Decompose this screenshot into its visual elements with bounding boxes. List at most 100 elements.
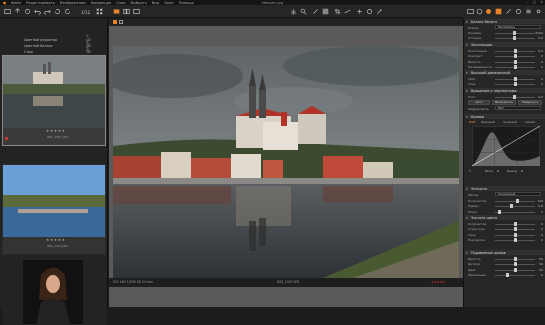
straighten-tool-icon[interactable] <box>344 8 351 15</box>
crop-tool-icon[interactable] <box>334 8 341 15</box>
section-white-balance[interactable]: Баланс белого <box>465 19 545 24</box>
adjust-tab-icon[interactable] <box>495 8 502 15</box>
info-tab-icon[interactable] <box>476 8 483 15</box>
noise-knob[interactable] <box>513 267 517 272</box>
viewer-mode-icon[interactable] <box>113 8 120 15</box>
sharpen-method-select[interactable]: Усиленный <box>495 192 541 197</box>
auto-button[interactable]: Авто <box>468 100 490 105</box>
noise-value[interactable]: 50 <box>539 262 543 266</box>
brush-tool-icon[interactable] <box>312 8 319 15</box>
rotation-angle-value[interactable]: 0,0 <box>538 95 543 99</box>
clarity-knob[interactable] <box>513 232 517 237</box>
exposure-value[interactable]: 0 <box>541 65 543 69</box>
straighten-button[interactable]: Выпрямить <box>492 100 516 105</box>
color-label-icon[interactable] <box>5 137 8 140</box>
sync-icon[interactable] <box>24 8 31 15</box>
export-icon[interactable] <box>14 8 21 15</box>
noise-knob[interactable] <box>513 262 517 267</box>
rotation-angle-knob[interactable] <box>513 94 516 99</box>
metadata-tab-icon[interactable] <box>525 8 532 15</box>
sharpen-value[interactable]: 140 <box>537 199 543 203</box>
clarity-knob[interactable] <box>513 221 517 226</box>
zoom-tool-icon[interactable] <box>300 8 307 15</box>
rating-stars[interactable]: ★★★★★ <box>431 280 445 284</box>
tab-rgb[interactable]: RGB <box>469 120 475 124</box>
curve-output-value[interactable]: 0 <box>521 169 523 173</box>
clarity-value[interactable]: 0 <box>541 238 543 242</box>
noise-knob[interactable] <box>513 256 517 261</box>
exposure-knob[interactable] <box>513 54 517 59</box>
thumbnail-item[interactable]: ★★★★★ IMG_1124.JPG <box>2 164 106 255</box>
sharpen-value[interactable]: 0,8 <box>538 204 543 208</box>
tab-green[interactable]: Зеленый <box>503 120 517 124</box>
wb-tint-value[interactable]: 0,0 <box>538 36 543 40</box>
exposure-value[interactable]: 0 <box>541 60 543 64</box>
library-tab-icon[interactable] <box>467 8 474 15</box>
rotate-right-icon[interactable] <box>64 8 71 15</box>
clarity-value[interactable]: 0 <box>541 222 543 226</box>
compare-icon[interactable] <box>123 8 130 15</box>
eyedropper-icon[interactable]: ✎ <box>469 169 472 173</box>
sharpen-slider[interactable] <box>495 206 535 207</box>
grid-view-icon[interactable] <box>96 8 103 15</box>
section-clarity[interactable]: Чистота цвета <box>465 215 545 220</box>
clarity-knob[interactable] <box>513 227 517 232</box>
tab-blue[interactable]: Синий <box>525 120 535 124</box>
collection-row[interactable]: Слои ✎ ⌫ ◷ <box>24 46 91 58</box>
exposure-value[interactable]: 0,0 <box>538 49 543 53</box>
thumbnail-item[interactable]: ★★★★★ IMG_1087.JPG <box>2 55 106 146</box>
rotate-left-icon[interactable] <box>54 8 61 15</box>
hdr-knob[interactable] <box>513 82 517 87</box>
clone-tool-icon[interactable] <box>366 8 373 15</box>
curve-editor[interactable] <box>472 126 540 166</box>
picker-tool-icon[interactable] <box>376 8 383 15</box>
wb-mode-select[interactable]: Настройка <box>495 25 541 30</box>
noise-value[interactable]: 50 <box>539 268 543 272</box>
heal-tool-icon[interactable] <box>356 8 363 15</box>
clarity-knob[interactable] <box>513 238 517 243</box>
exposure-knob[interactable] <box>513 59 517 64</box>
color-tab-icon[interactable] <box>485 8 492 15</box>
section-noise[interactable]: Подавление шумов <box>465 250 545 255</box>
sharpen-knob[interactable] <box>497 209 501 214</box>
hdr-value[interactable]: 0 <box>541 77 543 81</box>
noise-value[interactable]: 0 <box>541 273 543 277</box>
import-icon[interactable] <box>4 8 11 15</box>
clarity-value[interactable]: 0 <box>541 227 543 231</box>
settings-icon[interactable] <box>535 8 542 15</box>
sharpen-knob[interactable] <box>509 204 513 209</box>
thumbnail-rating[interactable]: ★★★★★ <box>46 238 66 242</box>
wb-kelvin-value[interactable]: 5100 <box>535 31 543 35</box>
exposure-knob[interactable] <box>513 48 517 53</box>
hand-tool-icon[interactable] <box>290 8 297 15</box>
section-rotation[interactable]: Вращение и перспектива <box>465 88 545 93</box>
close-icon[interactable]: × <box>540 0 543 4</box>
gradient-tool-icon[interactable] <box>322 8 329 15</box>
redo-icon[interactable] <box>44 8 51 15</box>
collection-row[interactable]: Цветной баланс ✎ ⌫ ◷ <box>24 40 91 52</box>
maximize-icon[interactable]: □ <box>533 0 536 4</box>
detail-tab-icon[interactable] <box>505 8 512 15</box>
hdr-knob[interactable] <box>513 76 517 81</box>
collection-row[interactable]: Цветной редактор ✎ ⌫ ◷ <box>24 34 91 46</box>
rotate-button[interactable]: Повернуть <box>518 100 542 105</box>
minimize-icon[interactable]: – <box>527 0 529 4</box>
sharpen-knob[interactable] <box>515 198 519 203</box>
main-photo[interactable] <box>113 46 459 278</box>
tab-red[interactable]: Красный <box>481 120 495 124</box>
sharpen-slider[interactable] <box>495 211 535 213</box>
section-curve[interactable]: Кривая <box>465 114 545 119</box>
noise-slider[interactable] <box>495 275 535 276</box>
section-hdr[interactable]: Высокий динамичный <box>465 70 545 75</box>
exposure-knob[interactable] <box>513 65 517 70</box>
section-sharpening[interactable]: Четкость <box>465 186 545 191</box>
curve-input-value[interactable]: 0 <box>497 169 499 173</box>
exposure-value[interactable]: 0 <box>541 54 543 58</box>
crop-select[interactable]: Нет <box>495 106 541 111</box>
view-toggle-icon[interactable] <box>119 20 123 24</box>
undo-icon[interactable] <box>34 8 41 15</box>
sharpen-value[interactable]: 1 <box>541 210 543 214</box>
noise-value[interactable]: 50 <box>539 257 543 261</box>
noise-knob[interactable] <box>505 273 509 278</box>
thumbnail-rating[interactable]: ★★★★★ <box>46 129 66 133</box>
